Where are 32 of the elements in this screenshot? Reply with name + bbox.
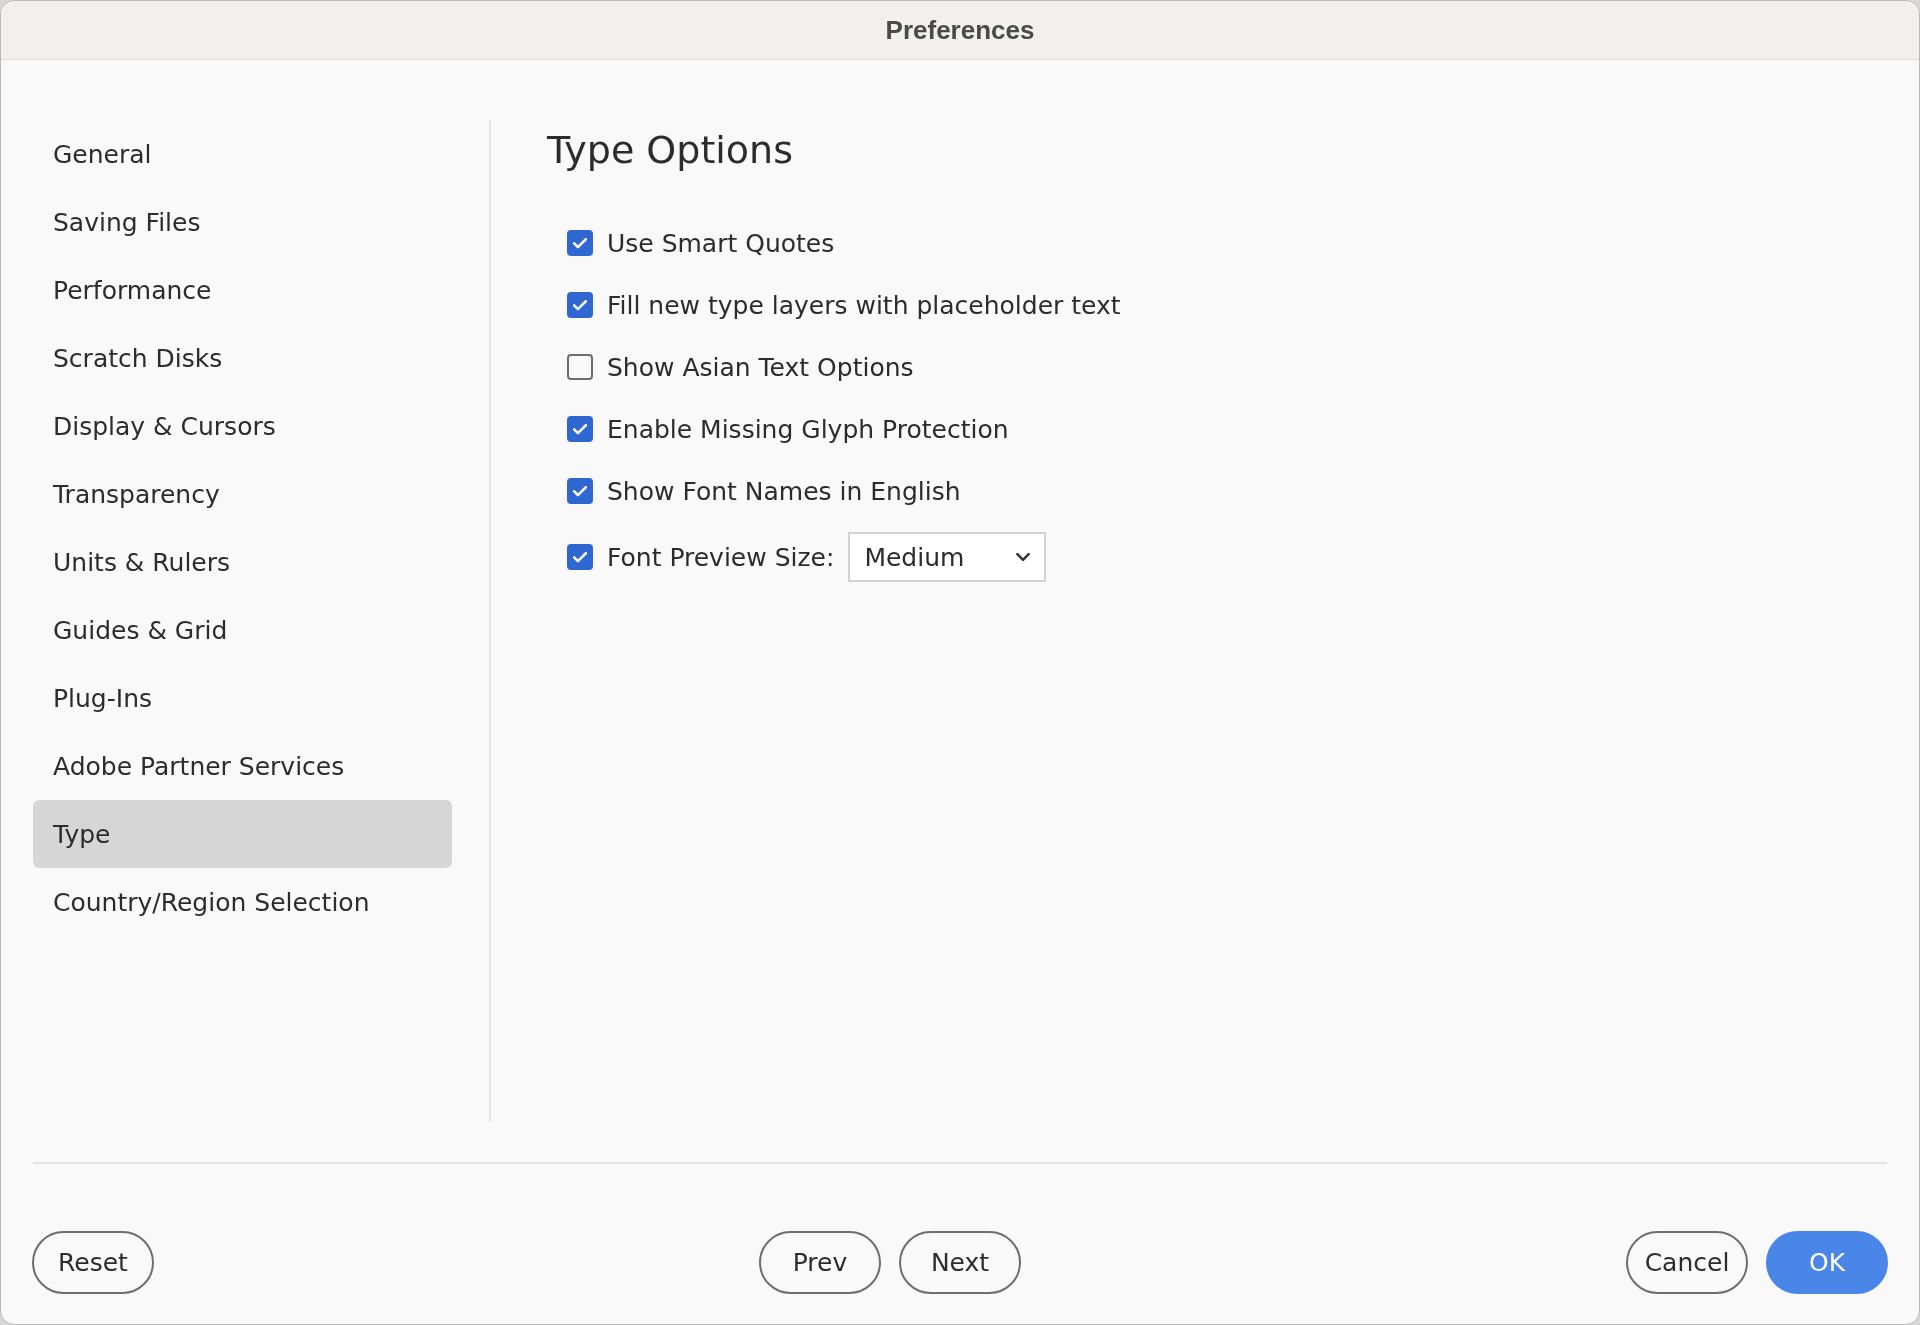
checkbox[interactable] xyxy=(567,478,593,504)
sidebar-item[interactable]: Units & Rulers xyxy=(33,528,452,596)
option-label: Show Font Names in English xyxy=(607,476,961,506)
checkbox[interactable] xyxy=(567,292,593,318)
sidebar-item[interactable]: Transparency xyxy=(33,460,452,528)
checkbox[interactable] xyxy=(567,544,593,570)
sidebar-item[interactable]: Display & Cursors xyxy=(33,392,452,460)
dialog-button[interactable]: Reset xyxy=(32,1230,154,1294)
sidebar-item[interactable]: Type xyxy=(33,800,452,868)
window-title: Preferences xyxy=(885,14,1035,46)
sidebar-item[interactable]: Plug-Ins xyxy=(33,664,452,732)
checkbox[interactable] xyxy=(567,416,593,442)
checkbox[interactable] xyxy=(567,230,593,256)
checkbox[interactable] xyxy=(567,354,593,380)
dialog-button[interactable]: Cancel xyxy=(1626,1230,1748,1294)
section-heading: Type Options xyxy=(547,128,794,172)
sidebar-item[interactable]: Scratch Disks xyxy=(33,324,452,392)
option-label: Enable Missing Glyph Protection xyxy=(607,414,1009,444)
option-label: Use Smart Quotes xyxy=(607,228,835,258)
sidebar-item[interactable]: Adobe Partner Services xyxy=(33,732,452,800)
ok-button[interactable]: OK xyxy=(1766,1230,1888,1294)
option-label: Show Asian Text Options xyxy=(607,352,914,382)
sidebar-item[interactable]: Saving Files xyxy=(33,188,452,256)
option-label: Fill new type layers with placeholder text xyxy=(607,290,1121,320)
sidebar-item[interactable]: Performance xyxy=(33,256,452,324)
sidebar-item[interactable]: Guides & Grid xyxy=(33,596,452,664)
dialog-button[interactable]: Next xyxy=(899,1230,1021,1294)
sidebar-item[interactable]: Country/Region Selection xyxy=(33,868,452,936)
sidebar-item[interactable]: General xyxy=(33,120,452,188)
dropdown[interactable]: Medium xyxy=(848,532,1047,582)
dialog-button[interactable]: Prev xyxy=(759,1230,881,1294)
option-label: Font Preview Size: xyxy=(607,542,835,572)
